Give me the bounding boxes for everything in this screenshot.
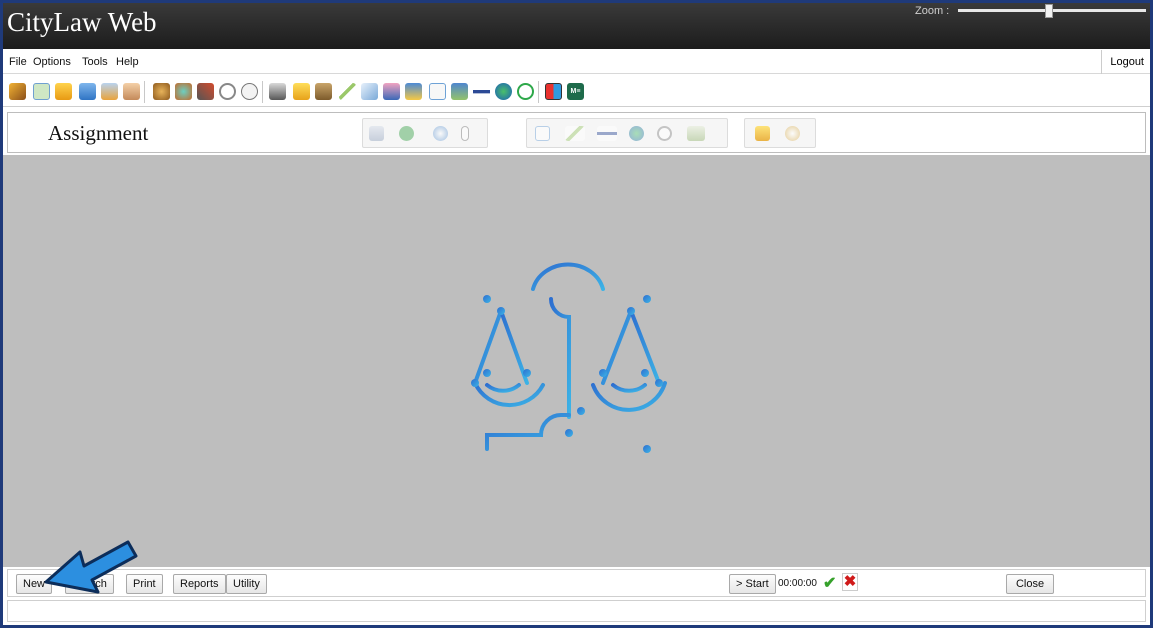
notes-icon[interactable]	[405, 83, 422, 100]
close-button[interactable]: Close	[1006, 574, 1054, 594]
stopwatch-icon[interactable]	[219, 83, 236, 100]
reports-button[interactable]: Reports	[173, 574, 226, 594]
status-bar	[7, 600, 1146, 622]
clock-icon[interactable]	[241, 83, 258, 100]
checkmark-icon[interactable]: ✔	[823, 573, 836, 593]
lock-icon[interactable]	[79, 83, 96, 100]
file-actions-group	[744, 118, 816, 148]
recycle-icon[interactable]	[433, 126, 448, 141]
app-window: CityLaw Web Zoom : File Options Tools He…	[3, 3, 1150, 625]
stopwatch-icon[interactable]	[657, 126, 672, 141]
board-icon[interactable]	[687, 126, 705, 141]
book-icon[interactable]	[33, 83, 50, 100]
pen-icon[interactable]	[339, 83, 356, 100]
timer-display: 00:00:00	[778, 578, 817, 589]
detail-actions-group	[526, 118, 728, 148]
money-bag-icon[interactable]	[153, 83, 170, 100]
workspace	[3, 155, 1150, 567]
printer-icon[interactable]	[269, 83, 286, 100]
cancel-x-icon[interactable]: ✖	[842, 573, 858, 591]
globe-icon[interactable]	[495, 83, 512, 100]
scales-of-justice-icon	[471, 262, 667, 453]
preview-icon[interactable]	[429, 83, 446, 100]
gavel-icon[interactable]	[9, 83, 26, 100]
contacts-icon[interactable]	[451, 83, 468, 100]
dollar-icon[interactable]	[399, 126, 414, 141]
toolbar-separator	[538, 81, 539, 103]
yellow-folder-icon[interactable]	[293, 83, 310, 100]
folder-icon[interactable]	[55, 83, 72, 100]
person-icon[interactable]	[383, 83, 400, 100]
title-bar: CityLaw Web Zoom :	[3, 3, 1150, 49]
assignment-panel: Assignment	[7, 112, 1146, 153]
record-actions-group	[362, 118, 488, 148]
utility-button[interactable]: Utility	[226, 574, 267, 594]
grid-icon[interactable]	[545, 83, 562, 100]
document-icon[interactable]	[361, 83, 378, 100]
preview-icon[interactable]	[535, 126, 550, 141]
handshake-icon[interactable]	[123, 83, 140, 100]
calendar-icon[interactable]	[369, 126, 384, 141]
menu-tools[interactable]: Tools	[82, 56, 108, 68]
start-timer-button[interactable]: > Start	[729, 574, 776, 594]
folder-icon[interactable]	[755, 126, 770, 141]
menu-bar: File Options Tools Help Logout	[3, 50, 1150, 74]
app-title: CityLaw Web	[7, 7, 157, 37]
menu-help[interactable]: Help	[116, 56, 139, 68]
cabinet-icon[interactable]	[101, 83, 118, 100]
zoom-label: Zoom :	[915, 5, 950, 17]
zoom-slider-thumb[interactable]	[1045, 4, 1053, 18]
tools-icon[interactable]	[197, 83, 214, 100]
search-icon[interactable]	[785, 126, 800, 141]
pointer-arrow-icon	[44, 540, 138, 594]
m-icon[interactable]: M≡	[567, 83, 584, 100]
menu-options[interactable]: Options	[33, 56, 71, 68]
bottom-action-bar: New Search Print Reports Utility > Start…	[7, 569, 1146, 597]
menu-file[interactable]: File	[9, 56, 27, 68]
pen-icon[interactable]	[565, 126, 585, 141]
board-icon[interactable]	[315, 83, 332, 100]
toolbar-separator	[144, 81, 145, 103]
logout-button[interactable]: Logout	[1101, 50, 1144, 74]
paperclip-icon[interactable]	[461, 126, 469, 141]
refresh-icon[interactable]	[517, 83, 534, 100]
page-title: Assignment	[48, 121, 149, 145]
ribbon-icon[interactable]	[175, 83, 192, 100]
plane-icon[interactable]	[473, 83, 490, 100]
toolbar-separator	[262, 81, 263, 103]
plane-icon[interactable]	[597, 126, 617, 141]
globe-icon[interactable]	[629, 126, 644, 141]
main-toolbar: M≡	[3, 75, 1150, 107]
